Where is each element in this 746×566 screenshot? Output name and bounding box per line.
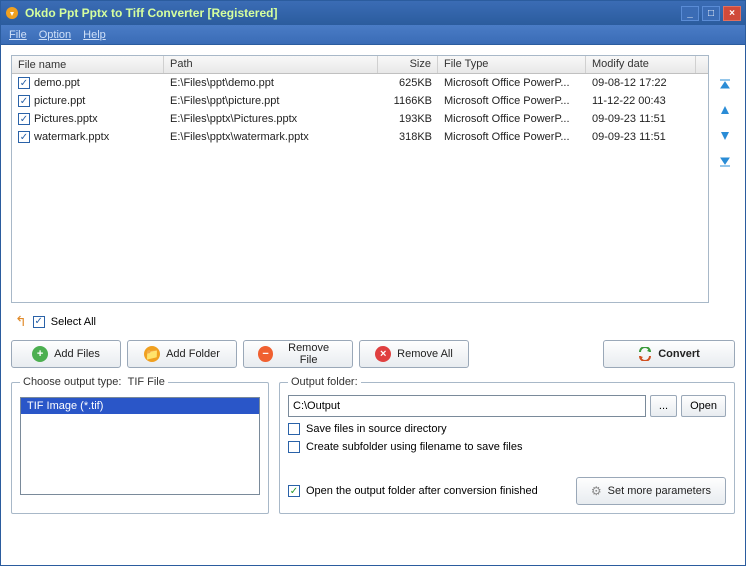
folder-input-row: ... Open: [288, 395, 726, 417]
remove-all-label: Remove All: [397, 348, 453, 360]
window-controls: _ □ ×: [681, 6, 741, 21]
cell-path: E:\Files\ppt\demo.ppt: [164, 76, 378, 90]
cell-path: E:\Files\pptx\watermark.pptx: [164, 130, 378, 144]
select-all-label: Select All: [51, 316, 96, 328]
bottom-panels: Choose output type: TIF File TIF Image (…: [11, 376, 735, 555]
add-files-button[interactable]: + Add Files: [11, 340, 121, 368]
output-type-item[interactable]: TIF Image (*.tif): [21, 398, 259, 414]
col-header-date[interactable]: Modify date: [586, 56, 696, 73]
titlebar: Okdo Ppt Pptx to Tiff Converter [Registe…: [1, 1, 745, 25]
cell-date: 11-12-22 00:43: [586, 94, 696, 108]
close-button[interactable]: ×: [723, 6, 741, 21]
browse-button[interactable]: ...: [650, 395, 677, 417]
create-subfolder-option: Create subfolder using filename to save …: [288, 441, 726, 453]
output-folder-title: Output folder:: [288, 376, 361, 388]
content-area: File name Path Size File Type Modify dat…: [1, 45, 745, 565]
cell-size: 318KB: [378, 130, 438, 144]
table-row[interactable]: ✓picture.pptE:\Files\ppt\picture.ppt1166…: [12, 92, 708, 110]
plus-icon: +: [32, 346, 48, 362]
menu-help[interactable]: Help: [83, 29, 106, 41]
row-checkbox[interactable]: ✓: [18, 113, 30, 125]
open-after-label: Open the output folder after conversion …: [306, 485, 538, 497]
grid-body: ✓demo.pptE:\Files\ppt\demo.ppt625KBMicro…: [12, 74, 708, 302]
cell-date: 09-09-23 11:51: [586, 130, 696, 144]
x-icon: ×: [375, 346, 391, 362]
save-source-option: Save files in source directory: [288, 423, 726, 435]
move-top-button[interactable]: [716, 75, 734, 93]
table-row[interactable]: ✓watermark.pptxE:\Files\pptx\watermark.p…: [12, 128, 708, 146]
cell-name: ✓watermark.pptx: [12, 130, 164, 144]
cell-path: E:\Files\pptx\Pictures.pptx: [164, 112, 378, 126]
col-header-name[interactable]: File name: [12, 56, 164, 73]
add-folder-button[interactable]: 📁 Add Folder: [127, 340, 237, 368]
convert-button[interactable]: Convert: [603, 340, 735, 368]
maximize-button[interactable]: □: [702, 6, 720, 21]
create-subfolder-checkbox[interactable]: [288, 441, 300, 453]
remove-all-button[interactable]: × Remove All: [359, 340, 469, 368]
output-type-list[interactable]: TIF Image (*.tif): [20, 397, 260, 495]
menu-option[interactable]: Option: [39, 29, 71, 41]
output-type-panel: Choose output type: TIF File TIF Image (…: [11, 382, 269, 514]
set-parameters-label: Set more parameters: [608, 485, 711, 497]
col-header-type[interactable]: File Type: [438, 56, 586, 73]
move-down-button[interactable]: [716, 127, 734, 145]
window-title: Okdo Ppt Pptx to Tiff Converter [Registe…: [25, 6, 681, 20]
table-row[interactable]: ✓Pictures.pptxE:\Files\pptx\Pictures.ppt…: [12, 110, 708, 128]
cell-name: ✓demo.ppt: [12, 76, 164, 90]
col-header-size[interactable]: Size: [378, 56, 438, 73]
move-bottom-button[interactable]: [716, 153, 734, 171]
convert-label: Convert: [658, 348, 700, 360]
add-folder-label: Add Folder: [166, 348, 220, 360]
file-grid: File name Path Size File Type Modify dat…: [11, 55, 709, 303]
cell-size: 193KB: [378, 112, 438, 126]
folder-icon: 📁: [144, 346, 160, 362]
open-after-option: ✓ Open the output folder after conversio…: [288, 485, 538, 497]
cell-name: ✓picture.ppt: [12, 94, 164, 108]
output-type-title: Choose output type: TIF File: [20, 376, 168, 388]
row-checkbox[interactable]: ✓: [18, 131, 30, 143]
cell-type: Microsoft Office PowerP...: [438, 76, 586, 90]
output-folder-input[interactable]: [288, 395, 646, 417]
save-source-label: Save files in source directory: [306, 423, 447, 435]
app-icon: [5, 6, 19, 20]
create-subfolder-label: Create subfolder using filename to save …: [306, 441, 522, 453]
select-all-checkbox[interactable]: ✓: [33, 316, 45, 328]
gear-icon: ⚙: [591, 484, 602, 498]
minimize-button[interactable]: _: [681, 6, 699, 21]
cell-type: Microsoft Office PowerP...: [438, 112, 586, 126]
menu-file[interactable]: File: [9, 29, 27, 41]
save-source-checkbox[interactable]: [288, 423, 300, 435]
file-grid-row: File name Path Size File Type Modify dat…: [11, 55, 735, 303]
row-checkbox[interactable]: ✓: [18, 95, 30, 107]
minus-icon: −: [258, 346, 273, 362]
remove-file-label: Remove File: [279, 342, 338, 366]
menubar: File Option Help: [1, 25, 745, 45]
action-bar: + Add Files 📁 Add Folder − Remove File ×…: [11, 340, 735, 368]
cell-name: ✓Pictures.pptx: [12, 112, 164, 126]
cell-path: E:\Files\ppt\picture.ppt: [164, 94, 378, 108]
row-checkbox[interactable]: ✓: [18, 77, 30, 89]
set-parameters-button[interactable]: ⚙ Set more parameters: [576, 477, 726, 505]
convert-icon: [638, 347, 652, 361]
grid-header: File name Path Size File Type Modify dat…: [12, 56, 708, 74]
last-row: ✓ Open the output folder after conversio…: [288, 477, 726, 505]
cell-date: 09-08-12 17:22: [586, 76, 696, 90]
up-folder-icon[interactable]: ↰: [15, 313, 27, 330]
move-up-button[interactable]: [716, 101, 734, 119]
table-row[interactable]: ✓demo.pptE:\Files\ppt\demo.ppt625KBMicro…: [12, 74, 708, 92]
cell-date: 09-09-23 11:51: [586, 112, 696, 126]
cell-size: 625KB: [378, 76, 438, 90]
open-after-checkbox[interactable]: ✓: [288, 485, 300, 497]
add-files-label: Add Files: [54, 348, 100, 360]
cell-type: Microsoft Office PowerP...: [438, 130, 586, 144]
col-header-path[interactable]: Path: [164, 56, 378, 73]
output-folder-panel: Output folder: ... Open Save files in so…: [279, 382, 735, 514]
cell-size: 1166KB: [378, 94, 438, 108]
cell-type: Microsoft Office PowerP...: [438, 94, 586, 108]
remove-file-button[interactable]: − Remove File: [243, 340, 353, 368]
reorder-buttons: [715, 55, 735, 303]
open-folder-button[interactable]: Open: [681, 395, 726, 417]
select-all-row: ↰ ✓ Select All: [11, 311, 735, 332]
app-window: Okdo Ppt Pptx to Tiff Converter [Registe…: [0, 0, 746, 566]
